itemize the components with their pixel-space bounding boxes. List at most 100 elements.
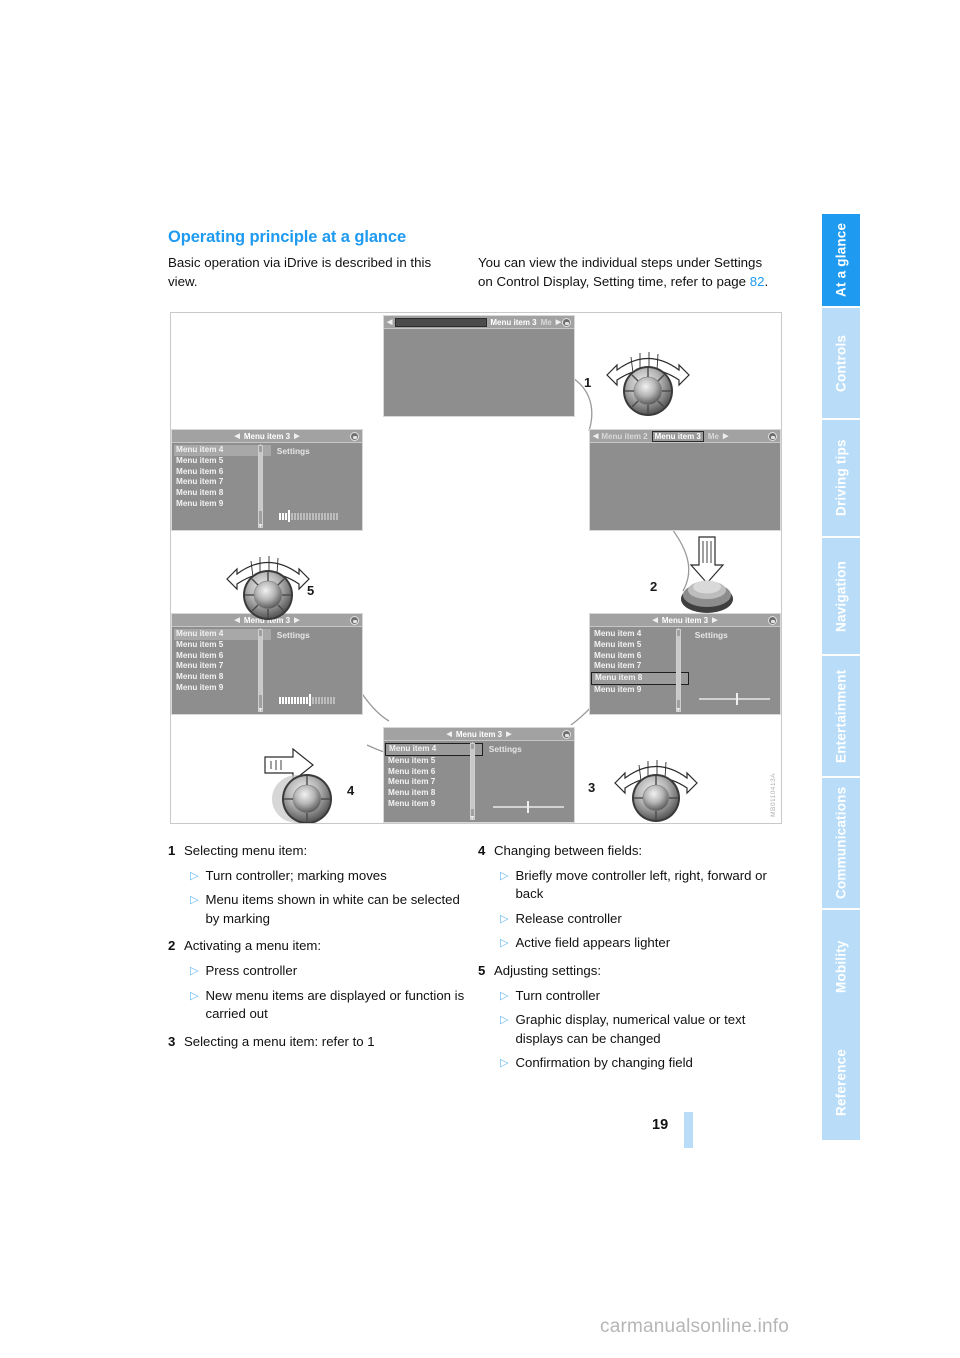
slider-handle[interactable] [735, 693, 738, 705]
graphic-value-bar[interactable] [278, 694, 336, 706]
menu-list-item-selected[interactable]: Menu item 8 [591, 672, 689, 685]
instruction-list-right: 4 Changing between fields: ▷ Briefly mov… [478, 840, 788, 1073]
menu-list-item[interactable]: Menu item 8 [174, 488, 271, 499]
scroll-down-arrow-icon[interactable]: ▼ [257, 523, 264, 530]
menu-list-item[interactable]: Menu item 9 [174, 499, 271, 510]
sidebar-tab-reference[interactable]: Reference [822, 1024, 860, 1140]
screen-content: Menu item 4 Menu item 5 Menu item 6 Menu… [590, 627, 780, 714]
intro-right-period: . [764, 273, 769, 289]
scroll-down-arrow-icon[interactable]: ▼ [257, 707, 264, 714]
scroll-down-arrow-icon[interactable]: ▼ [675, 707, 682, 714]
menu-list: Menu item 4 Menu item 5 Menu item 6 Menu… [172, 443, 271, 530]
menu-list-item[interactable]: Menu item 5 [174, 640, 271, 651]
screen-breadcrumb-bar: ◀ Menu item 3 ▶ [384, 728, 574, 741]
section-tab-rail: At a glance Controls Driving tips Naviga… [822, 212, 860, 1140]
chevron-left-icon: ◀ [387, 319, 393, 326]
screen-top-center: ◀ Menu item 3 Me ▶ [383, 315, 575, 417]
menu-scrollbar[interactable] [675, 629, 681, 712]
tab-label: Reference [833, 1048, 849, 1116]
screen-content-empty [384, 329, 574, 416]
instruction-bullet: ▷ Briefly move controller left, right, f… [500, 867, 788, 904]
bullet-text: Graphic display, numerical value or text… [515, 1012, 746, 1046]
sidebar-tab-entertainment[interactable]: Entertainment [822, 654, 860, 776]
scrollbar-thumb[interactable] [676, 636, 680, 700]
sidebar-tab-controls[interactable]: Controls [822, 306, 860, 418]
settings-panel: Settings [271, 627, 362, 714]
breadcrumb-item-selected[interactable]: Menu item 3 [651, 430, 704, 442]
sidebar-tab-at-a-glance[interactable]: At a glance [822, 212, 860, 306]
step-title: Changing between fields: [494, 843, 643, 858]
breadcrumb-item-truncated: Me [707, 431, 719, 441]
chevron-left-icon: ◀ [234, 433, 240, 440]
settings-panel: Settings [271, 443, 362, 530]
menu-list-item[interactable]: Menu item 7 [592, 661, 689, 672]
menu-list: Menu item 4 Menu item 5 Menu item 6 Menu… [172, 627, 271, 714]
idrive-operating-principle-diagram: ◀ Menu item 3 Me ▶ ◀ Menu item 3 ▶ Menu … [170, 312, 782, 824]
instruction-bullet: ▷ Turn controller [500, 987, 788, 1006]
screen-breadcrumb-bar: ◀ Menu item 3 Me ▶ [384, 316, 574, 329]
breadcrumb-item: Menu item 2 [601, 431, 648, 441]
screen-breadcrumb-bar: ◀ Menu item 2 Menu item 3 Me ▶ [590, 430, 780, 443]
menu-list: Menu item 4 Menu item 5 Menu item 6 Menu… [384, 741, 483, 822]
menu-list-item[interactable]: Menu item 6 [174, 651, 271, 662]
menu-list-item[interactable]: Menu item 9 [386, 799, 483, 810]
menu-list-item[interactable]: Menu item 6 [174, 467, 271, 478]
step-title: Adjusting settings: [494, 962, 602, 978]
bullet-text: Briefly move controller left, right, for… [515, 867, 767, 902]
sidebar-tab-mobility[interactable]: Mobility [822, 908, 860, 1024]
page-reference-link[interactable]: 82 [750, 274, 765, 289]
step-marker-4: 4 [347, 783, 355, 798]
scrollbar-thumb[interactable] [258, 636, 262, 695]
settings-slider[interactable] [492, 801, 564, 813]
menu-list-item[interactable]: Menu item 7 [174, 477, 271, 488]
bullet-triangle-icon: ▷ [500, 937, 509, 950]
sidebar-tab-driving-tips[interactable]: Driving tips [822, 418, 860, 536]
menu-scrollbar[interactable] [257, 629, 263, 712]
settings-panel-title: Settings [488, 744, 522, 754]
chevron-left-icon: ◀ [652, 617, 658, 624]
instruction-bullet: ▷ Confirmation by changing field [500, 1054, 788, 1073]
bullet-triangle-icon: ▷ [190, 989, 199, 1002]
step-marker-3: 3 [588, 780, 596, 795]
instruction-bullet: ▷ Graphic display, numerical value or te… [500, 1011, 788, 1048]
menu-list-item[interactable]: Menu item 5 [592, 640, 689, 651]
screen-bottom-left: ◀ Menu item 3 ▶ Menu item 4 Menu item 5 … [171, 613, 363, 715]
menu-list: Menu item 4 Menu item 5 Menu item 6 Menu… [590, 627, 689, 714]
menu-scrollbar[interactable] [257, 445, 263, 528]
page-number-accent-bar [684, 1112, 693, 1148]
menu-list-item[interactable]: Menu item 8 [386, 788, 483, 799]
page-number: 19 [652, 1117, 669, 1133]
tab-label: Mobility [833, 940, 849, 994]
settings-slider[interactable] [698, 693, 770, 705]
scrollbar-thumb[interactable] [258, 452, 262, 511]
breadcrumb-item-truncated: Me [540, 317, 552, 327]
controller-indicator-icon [562, 730, 571, 739]
settings-panel-title: Settings [276, 630, 310, 640]
scroll-down-arrow-icon[interactable]: ▼ [469, 815, 476, 822]
menu-list-item[interactable]: Menu item 6 [592, 651, 689, 662]
controller-illustration-step-3 [614, 760, 698, 822]
menu-scrollbar[interactable] [469, 743, 475, 820]
screen-content-empty [590, 443, 780, 530]
menu-list-item[interactable]: Menu item 5 [386, 756, 483, 767]
sidebar-tab-communications[interactable]: Communications [822, 776, 860, 908]
graphic-value-bar[interactable] [278, 510, 339, 522]
instruction-step: 5 Adjusting settings: [478, 962, 788, 981]
bullet-text: Press controller [205, 962, 298, 978]
menu-list-item[interactable]: Menu item 7 [386, 777, 483, 788]
menu-list-item[interactable]: Menu item 7 [174, 661, 271, 672]
scrollbar-thumb[interactable] [470, 748, 474, 809]
controller-indicator-icon [768, 616, 777, 625]
menu-list-item[interactable]: Menu item 8 [174, 672, 271, 683]
slider-handle[interactable] [526, 801, 529, 813]
page-title: Operating principle at a glance [168, 228, 407, 246]
controller-indicator-icon [768, 432, 777, 441]
menu-list-item[interactable]: Menu item 5 [174, 456, 271, 467]
menu-list-item[interactable]: Menu item 9 [592, 685, 689, 696]
sidebar-tab-navigation[interactable]: Navigation [822, 536, 860, 654]
step-title: Activating a menu item: [184, 938, 322, 954]
controller-illustration-step-2 [681, 536, 733, 613]
step-number: 3 [168, 1033, 176, 1049]
menu-list-item[interactable]: Menu item 6 [386, 767, 483, 778]
menu-list-item[interactable]: Menu item 9 [174, 683, 271, 694]
